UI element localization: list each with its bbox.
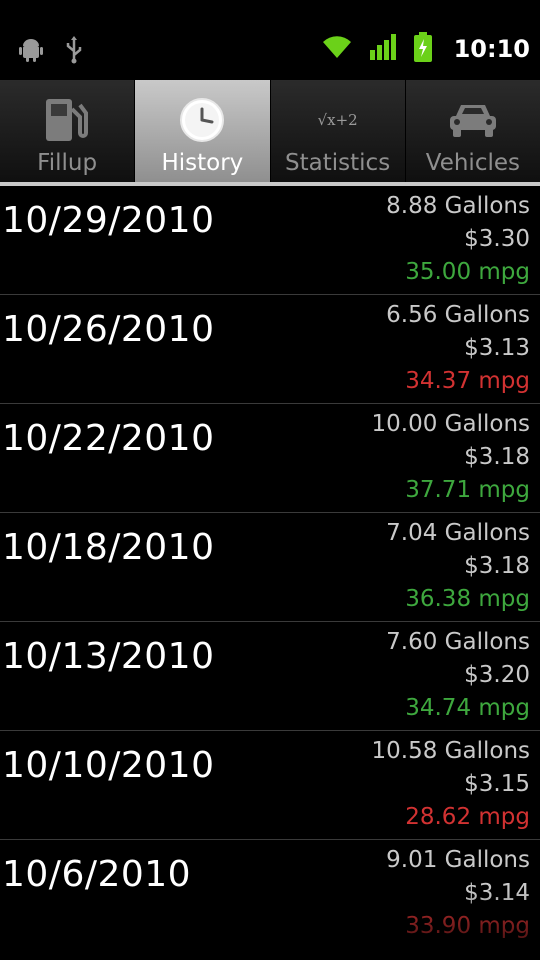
fillup-price: $3.13 [464, 335, 530, 361]
fillup-mpg: 33.90 mpg [405, 913, 530, 939]
fillup-mpg: 34.37 mpg [405, 368, 530, 394]
fillup-price: $3.30 [464, 226, 530, 252]
fillup-gallons: 9.01 Gallons [386, 847, 530, 873]
fillup-mpg: 28.62 mpg [405, 804, 530, 830]
fillup-date: 10/10/2010 [2, 745, 215, 786]
history-row[interactable]: 10/10/2010 10.58 Gallons $3.15 28.62 mpg [0, 731, 540, 840]
fillup-mpg: 37.71 mpg [405, 477, 530, 503]
history-row[interactable]: 10/13/2010 7.60 Gallons $3.20 34.74 mpg [0, 622, 540, 731]
fillup-mpg: 36.38 mpg [405, 586, 530, 612]
fillup-date: 10/13/2010 [2, 636, 215, 677]
history-row[interactable]: 10/18/2010 7.04 Gallons $3.18 36.38 mpg [0, 513, 540, 622]
fillup-price: $3.18 [464, 444, 530, 470]
fillup-date: 10/26/2010 [2, 309, 215, 350]
tab-label: Fillup [37, 150, 98, 176]
math-formula-text: √x+2 [317, 111, 358, 129]
status-time: 10:10 [453, 35, 530, 63]
fillup-date: 10/22/2010 [2, 418, 215, 459]
fillup-gallons: 7.60 Gallons [386, 629, 530, 655]
fillup-mpg: 34.74 mpg [405, 695, 530, 721]
fillup-date: 10/6/2010 [2, 854, 192, 895]
wifi-icon [320, 34, 354, 64]
fillup-mpg: 35.00 mpg [405, 259, 530, 285]
usb-icon [64, 36, 84, 68]
tab-fillup[interactable]: Fillup [0, 80, 136, 184]
tab-label: Statistics [285, 150, 391, 176]
fillup-gallons: 8.88 Gallons [386, 193, 530, 219]
status-bar: 10:10 [0, 0, 540, 80]
android-debug-icon [18, 38, 44, 66]
tab-vehicles[interactable]: Vehicles [406, 80, 540, 184]
math-formula-icon: √x+2 [271, 92, 405, 148]
fillup-gallons: 10.00 Gallons [371, 411, 530, 437]
history-list[interactable]: 10/29/2010 8.88 Gallons $3.30 35.00 mpg … [0, 186, 540, 948]
fillup-gallons: 6.56 Gallons [386, 302, 530, 328]
fillup-price: $3.18 [464, 553, 530, 579]
tab-history[interactable]: History [135, 80, 271, 184]
tab-statistics[interactable]: √x+2 Statistics [271, 80, 406, 184]
fillup-price: $3.14 [464, 880, 530, 906]
fillup-gallons: 10.58 Gallons [371, 738, 530, 764]
fuel-pump-icon [0, 92, 134, 148]
fillup-price: $3.15 [464, 771, 530, 797]
fillup-gallons: 7.04 Gallons [386, 520, 530, 546]
tab-label: Vehicles [425, 150, 520, 176]
cell-signal-icon [369, 34, 398, 64]
history-row[interactable]: 10/22/2010 10.00 Gallons $3.18 37.71 mpg [0, 404, 540, 513]
history-row[interactable]: 10/29/2010 8.88 Gallons $3.30 35.00 mpg [0, 186, 540, 295]
fillup-price: $3.20 [464, 662, 530, 688]
tab-bar: Fillup History √x+2 Statistics Vehicles [0, 80, 540, 184]
battery-charging-icon [413, 32, 432, 66]
history-row[interactable]: 10/26/2010 6.56 Gallons $3.13 34.37 mpg [0, 295, 540, 404]
history-row[interactable]: 10/6/2010 9.01 Gallons $3.14 33.90 mpg [0, 840, 540, 948]
fillup-date: 10/29/2010 [2, 200, 215, 241]
car-icon [406, 92, 540, 148]
tab-label: History [161, 150, 244, 176]
fillup-date: 10/18/2010 [2, 527, 215, 568]
clock-icon [135, 92, 269, 148]
